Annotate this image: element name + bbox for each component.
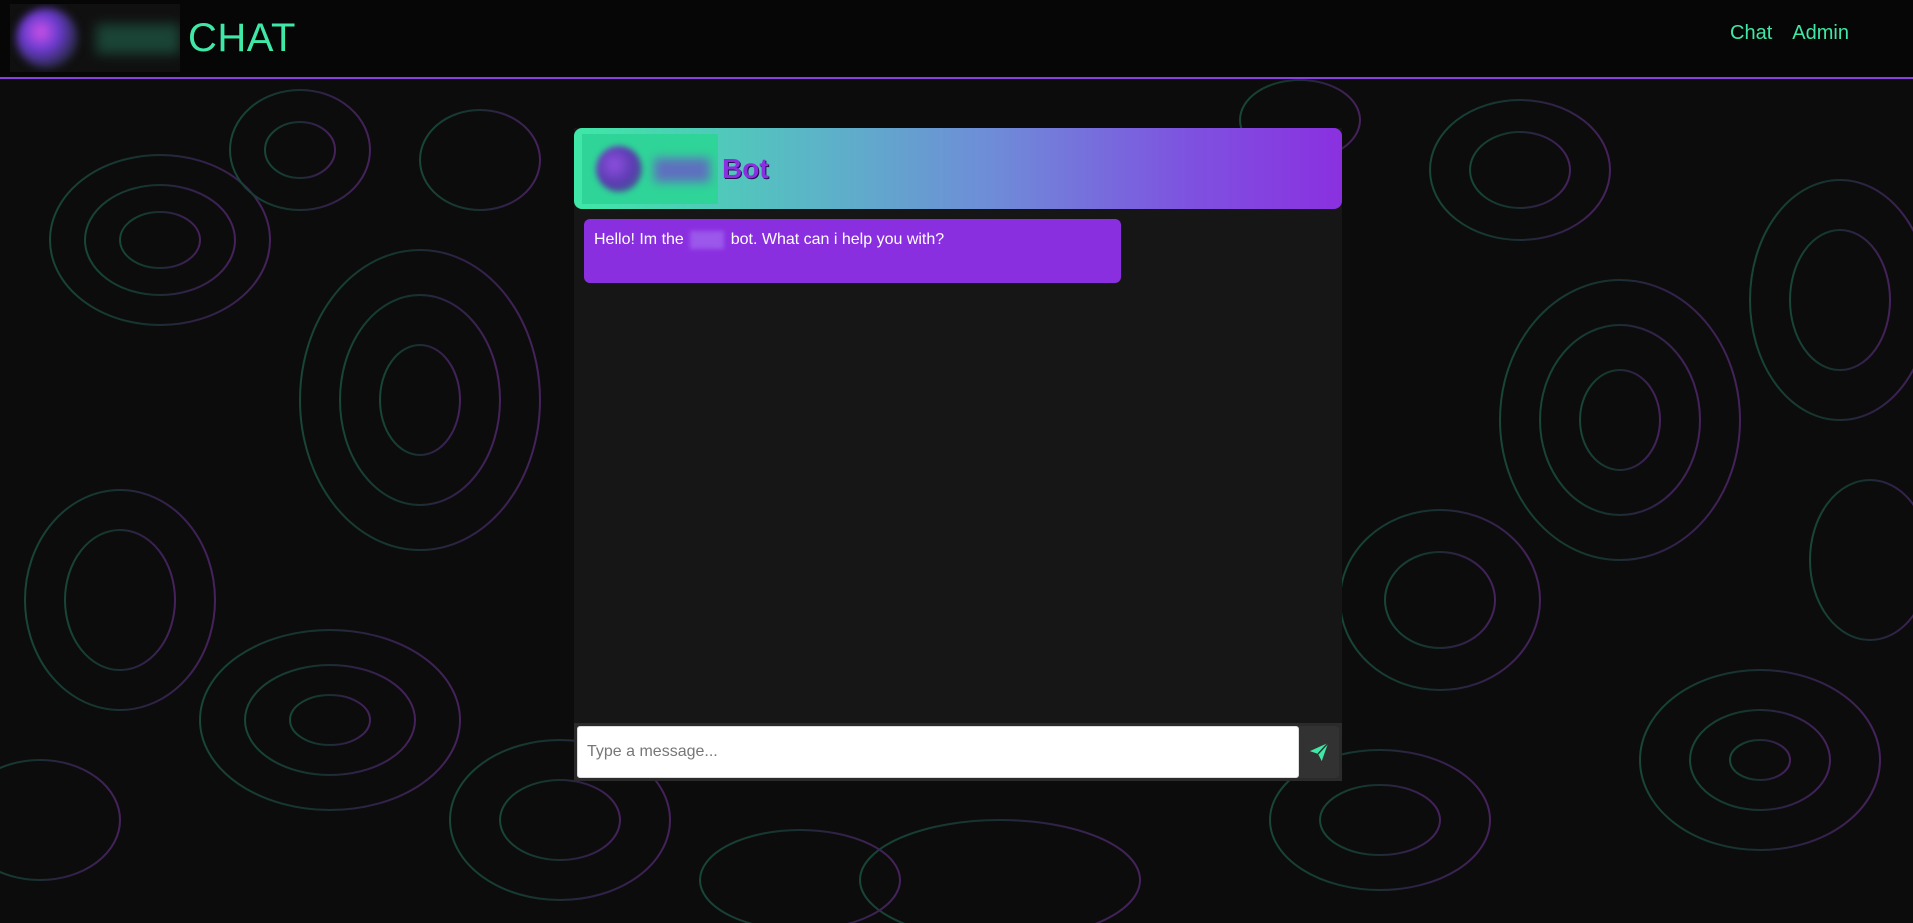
chat-header: Bot [574, 128, 1342, 209]
chat-window: Bot Hello! Im the bot. What can i help y… [574, 128, 1342, 781]
bot-logo [582, 133, 718, 204]
message-input[interactable] [577, 726, 1299, 778]
main-nav: Chat Admin [1730, 22, 1849, 45]
brand-title: CHAT [188, 15, 296, 60]
send-button[interactable] [1299, 726, 1339, 778]
page: CHAT Chat Admin Bot Hello! Im the bot. W… [0, 0, 1913, 923]
paper-plane-icon [1309, 742, 1329, 762]
brand[interactable]: CHAT [10, 4, 296, 72]
bot-message-text-start: Hello! Im the [594, 231, 684, 249]
top-navbar: CHAT Chat Admin [0, 0, 1913, 79]
message-list: Hello! Im the bot. What can i help you w… [574, 219, 1342, 739]
nav-link-admin[interactable]: Admin [1792, 22, 1849, 45]
bot-message-text-end: bot. What can i help you with? [730, 231, 945, 249]
brand-logo [10, 4, 180, 72]
bot-message: Hello! Im the bot. What can i help you w… [584, 219, 1121, 283]
bot-title: Bot [722, 152, 769, 184]
nav-link-chat[interactable]: Chat [1730, 22, 1772, 45]
message-composer [574, 723, 1342, 781]
redacted-text [690, 231, 725, 249]
